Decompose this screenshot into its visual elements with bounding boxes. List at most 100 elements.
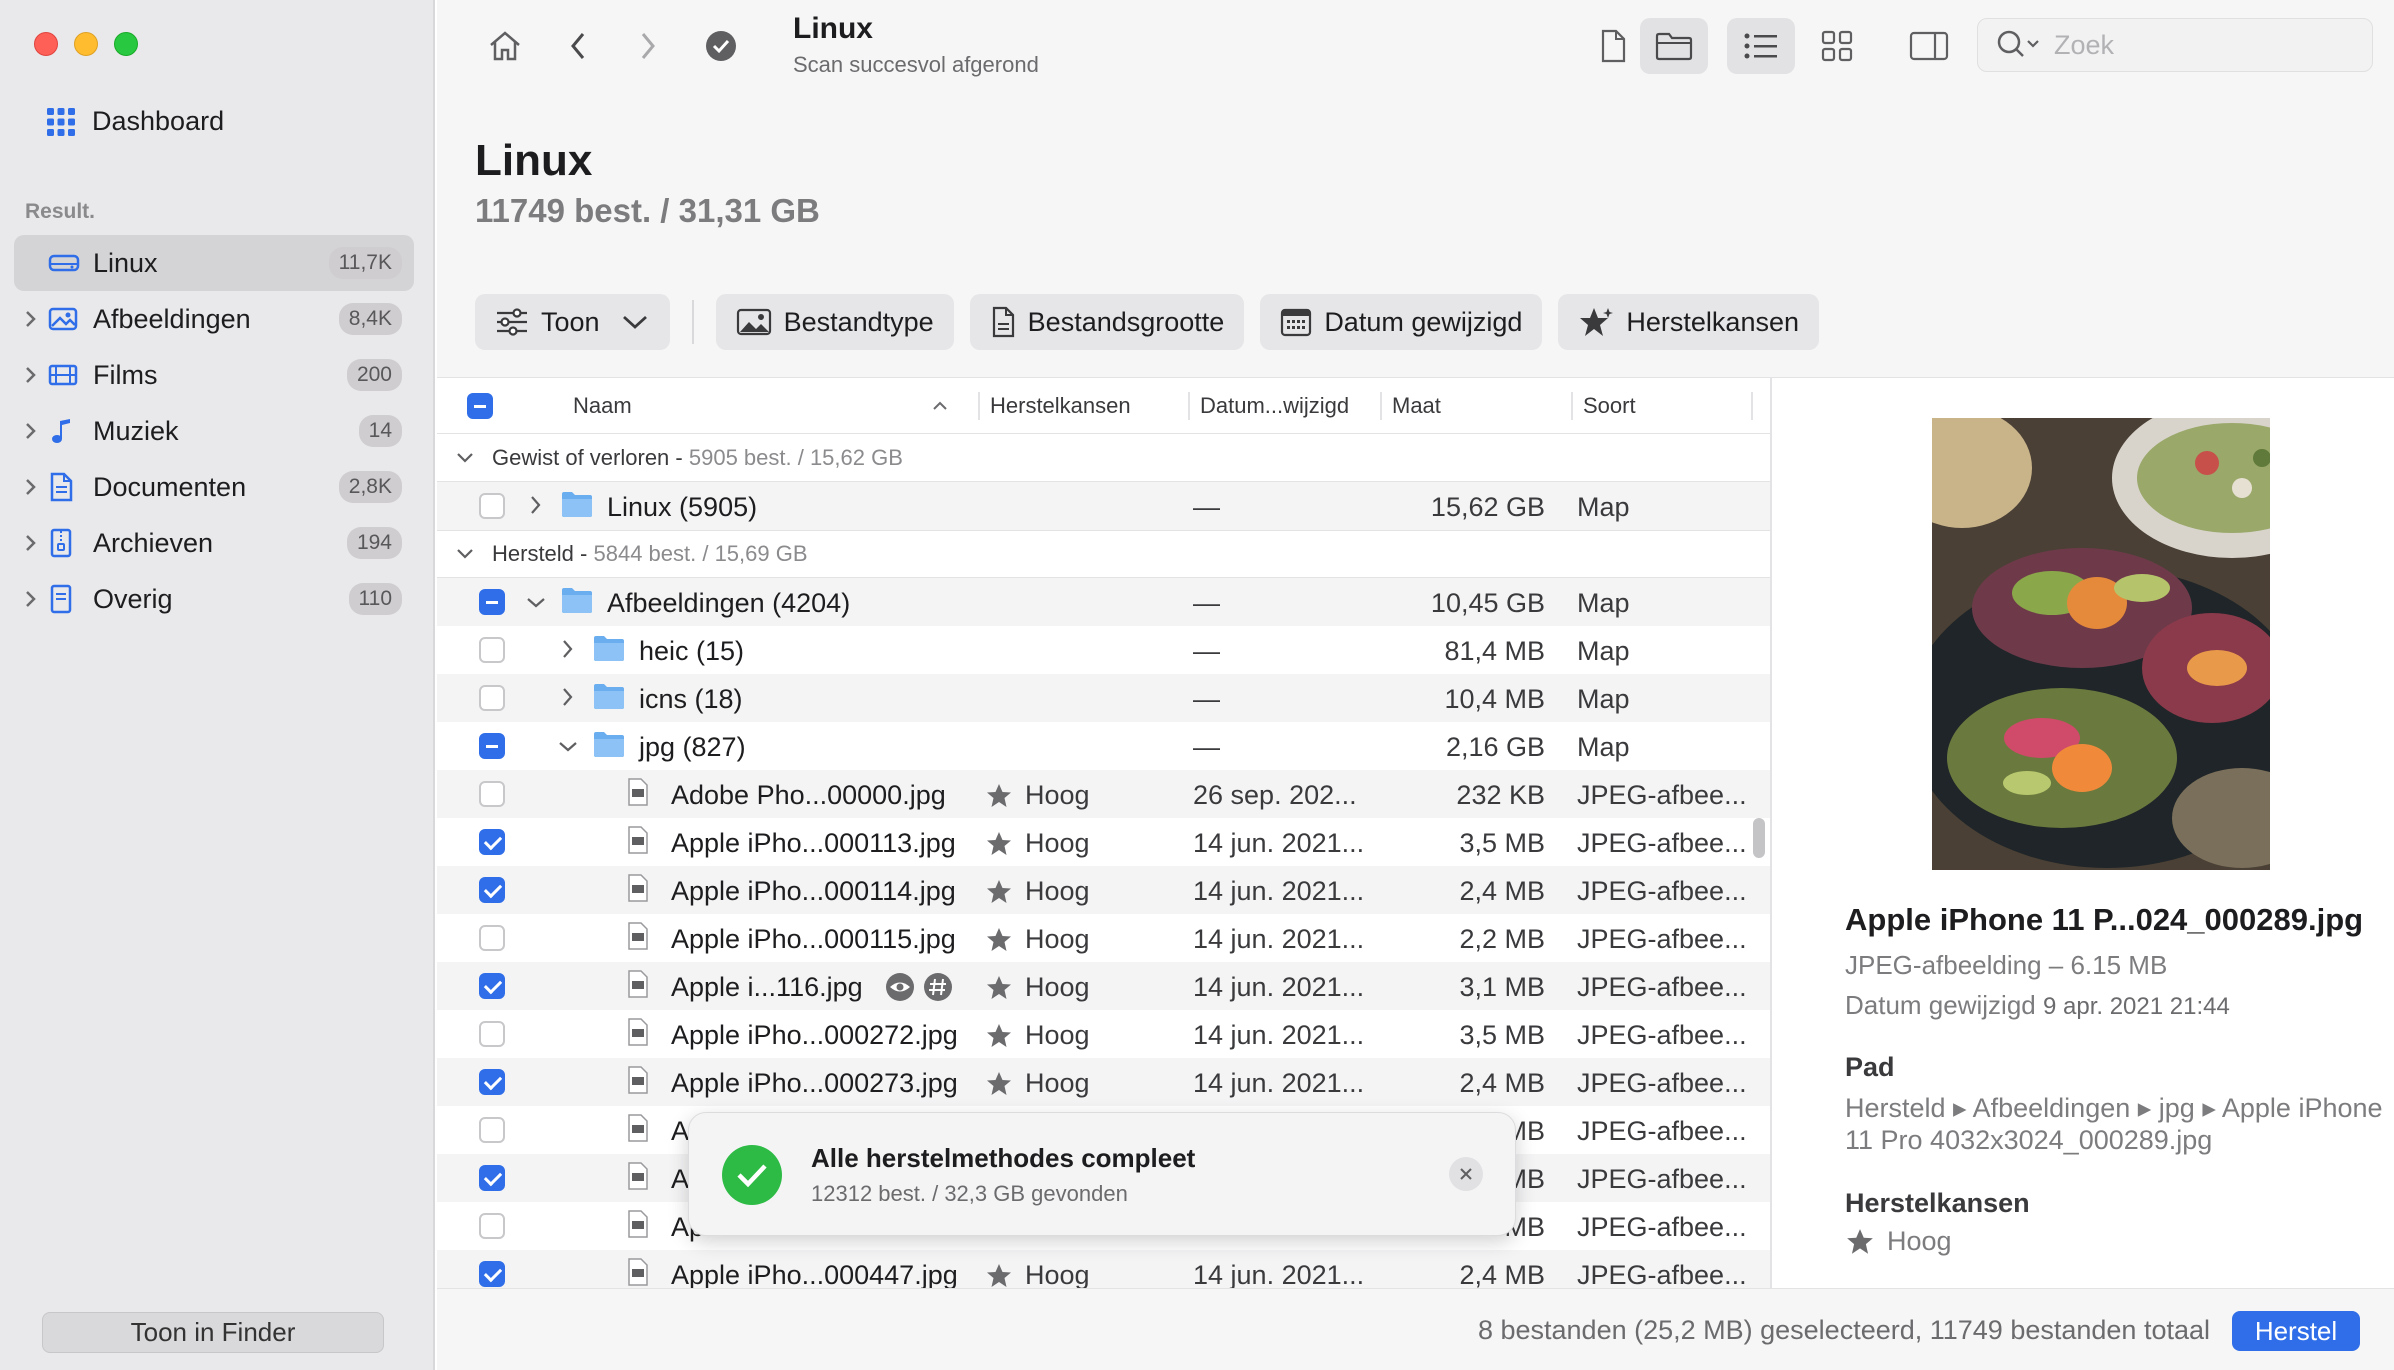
chevron-right-icon[interactable]: [24, 365, 44, 385]
chevron-right-icon[interactable]: [561, 686, 575, 708]
close-window-button[interactable]: [34, 32, 58, 56]
sort-asc-icon[interactable]: [931, 378, 949, 434]
column-name[interactable]: Naam: [573, 378, 632, 434]
chevron-down-icon[interactable]: [455, 547, 475, 561]
list-icon: [1743, 32, 1779, 60]
show-in-finder-button[interactable]: Toon in Finder: [42, 1312, 384, 1353]
row-date: —: [1193, 636, 1220, 666]
sidebar-item-muziek[interactable]: Muziek 14: [14, 403, 414, 459]
table-header: Naam Herstelkansen Datum...wijzigd Maat …: [437, 378, 1770, 434]
row-checkbox[interactable]: [479, 1165, 505, 1191]
row-kind: Map: [1577, 732, 1630, 762]
row-checkbox[interactable]: [479, 781, 505, 807]
filesize-filter-button[interactable]: Bestandsgrootte: [969, 294, 1245, 350]
show-filter-button[interactable]: Toon: [475, 294, 670, 350]
table-row[interactable]: Apple iPho...000113.jpg Hoog 14 jun. 202…: [437, 818, 1770, 866]
row-kind: JPEG-afbee...: [1577, 876, 1747, 906]
sidebar-item-films[interactable]: Films 200: [14, 347, 414, 403]
row-checkbox[interactable]: [479, 589, 505, 615]
chevron-right-icon[interactable]: [24, 421, 44, 441]
chevron-down-icon[interactable]: [455, 451, 475, 465]
table-row[interactable]: icns (18) — 10,4 MB Map: [437, 674, 1770, 722]
table-row[interactable]: Afbeeldingen (4204) — 10,45 GB Map: [437, 578, 1770, 626]
row-checkbox[interactable]: [479, 685, 505, 711]
column-kind[interactable]: Soort: [1571, 378, 1636, 434]
sidebar-item-archieven[interactable]: Archieven 194: [14, 515, 414, 571]
group-header-recovered[interactable]: Hersteld - 5844 best. / 15,69 GB: [437, 530, 1770, 578]
table-row[interactable]: jpg (827) — 2,16 GB Map: [437, 722, 1770, 770]
row-checkbox[interactable]: [479, 1069, 505, 1095]
sidebar-item-afbeeldingen[interactable]: Afbeeldingen 8,4K: [14, 291, 414, 347]
column-recovery[interactable]: Herstelkansen: [978, 378, 1131, 434]
toggle-preview-button[interactable]: [1897, 18, 1961, 74]
chevron-right-icon[interactable]: [24, 477, 44, 497]
group-header-lost[interactable]: Gewist of verloren - 5905 best. / 15,62 …: [437, 434, 1770, 482]
recovery-filter-button[interactable]: Herstelkansen: [1558, 294, 1819, 350]
recover-button[interactable]: Herstel: [2232, 1311, 2360, 1351]
row-kind: JPEG-afbee...: [1577, 1020, 1747, 1050]
chevron-down-icon[interactable]: [557, 740, 579, 754]
search-icon: [1996, 29, 2042, 61]
row-checkbox[interactable]: [479, 1117, 505, 1143]
row-checkbox[interactable]: [479, 973, 505, 999]
chevron-right-icon[interactable]: [24, 533, 44, 553]
table-row[interactable]: heic (15) — 81,4 MB Map: [437, 626, 1770, 674]
row-checkbox[interactable]: [479, 1261, 505, 1287]
row-checkbox[interactable]: [479, 829, 505, 855]
row-name: Linux (5905): [607, 492, 758, 522]
date-filter-button[interactable]: Datum gewijzigd: [1260, 294, 1543, 350]
jpeg-file-icon: [627, 1258, 649, 1286]
sidebar-dashboard[interactable]: Dashboard: [46, 106, 224, 137]
grid-view-button[interactable]: [1807, 18, 1867, 74]
chevron-right-icon[interactable]: [24, 589, 44, 609]
row-checkbox[interactable]: [479, 925, 505, 951]
scrollbar-thumb[interactable]: [1753, 818, 1765, 858]
search-field[interactable]: [1977, 18, 2373, 72]
star-icon: [985, 782, 1013, 810]
notification-close-button[interactable]: [1449, 1157, 1483, 1191]
chevron-down-icon[interactable]: [525, 596, 547, 610]
preview-eye-icon[interactable]: [885, 972, 915, 1002]
hashtag-icon[interactable]: [923, 972, 953, 1002]
table-row[interactable]: Apple iPho...000447.jpg Hoog 14 jun. 202…: [437, 1250, 1770, 1288]
forward-button[interactable]: [623, 18, 673, 74]
table-row[interactable]: Linux (5905) — 15,62 GB Map: [437, 482, 1770, 530]
chevron-right-icon[interactable]: [24, 309, 44, 329]
scrollbar[interactable]: [1748, 436, 1770, 1288]
sidebar-item-linux[interactable]: Linux 11,7K: [14, 235, 414, 291]
sidebar-item-documenten[interactable]: Documenten 2,8K: [14, 459, 414, 515]
back-button[interactable]: [553, 18, 603, 74]
row-checkbox[interactable]: [479, 1021, 505, 1047]
table-row[interactable]: Apple iPho...000272.jpg Hoog 14 jun. 202…: [437, 1010, 1770, 1058]
column-size[interactable]: Maat: [1380, 378, 1441, 434]
table-row[interactable]: Apple i...116.jpg Hoog 14 jun. 2021... 3…: [437, 962, 1770, 1010]
sidebar-item-overig[interactable]: Overig 110: [14, 571, 414, 627]
jpeg-file-icon: [627, 826, 649, 854]
select-all-checkbox[interactable]: [467, 393, 493, 419]
table-row[interactable]: Adobe Pho...00000.jpg Hoog 26 sep. 202..…: [437, 770, 1770, 818]
table-row[interactable]: Apple iPho...000273.jpg Hoog 14 jun. 202…: [437, 1058, 1770, 1106]
row-checkbox[interactable]: [479, 1213, 505, 1239]
row-checkbox[interactable]: [479, 877, 505, 903]
chevron-right-icon[interactable]: [529, 494, 543, 516]
notification-title: Alle herstelmethodes compleet: [811, 1143, 1196, 1173]
folder-view-button[interactable]: [1640, 18, 1708, 74]
list-view-button[interactable]: [1727, 18, 1795, 74]
row-checkbox[interactable]: [479, 637, 505, 663]
minimize-window-button[interactable]: [74, 32, 98, 56]
scan-status-button[interactable]: [693, 18, 749, 74]
preview-image[interactable]: [1932, 418, 2270, 870]
table-row[interactable]: Apple iPho...000115.jpg Hoog 14 jun. 202…: [437, 914, 1770, 962]
filetype-filter-button[interactable]: Bestandtype: [715, 294, 954, 350]
table-row[interactable]: Apple iPho...000114.jpg Hoog 14 jun. 202…: [437, 866, 1770, 914]
home-button[interactable]: [477, 18, 533, 74]
column-date[interactable]: Datum...wijzigd: [1187, 378, 1349, 434]
file-view-button[interactable]: [1583, 18, 1643, 74]
row-checkbox[interactable]: [479, 493, 505, 519]
zoom-window-button[interactable]: [114, 32, 138, 56]
search-input[interactable]: [2054, 29, 2354, 61]
count-badge: 110: [348, 583, 402, 615]
row-checkbox[interactable]: [479, 733, 505, 759]
chevron-right-icon[interactable]: [561, 638, 575, 660]
group-separator: -: [669, 444, 689, 470]
